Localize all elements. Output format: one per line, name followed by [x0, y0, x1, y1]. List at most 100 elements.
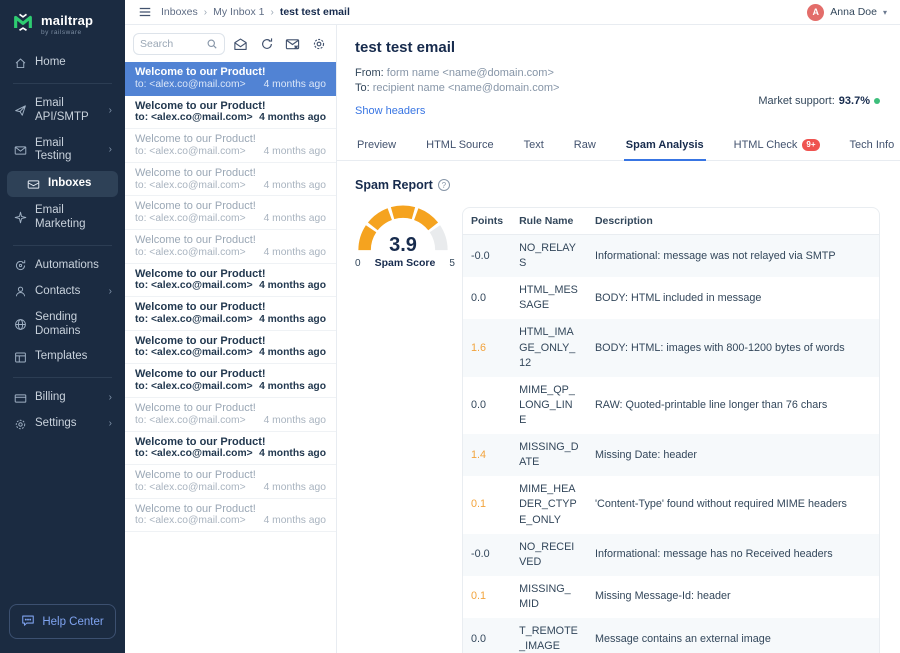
email-list-item[interactable]: Welcome to our Product! to: <alex.co@mai…: [125, 297, 336, 331]
email-time: 4 months ago: [264, 79, 326, 92]
home-icon: [13, 56, 27, 70]
sidebar-item-inboxes[interactable]: Inboxes: [7, 171, 118, 197]
from-line: From: form name <name@domain.com>: [355, 67, 880, 79]
email-list-item[interactable]: Welcome to our Product! to: <alex.co@mai…: [125, 398, 336, 432]
email-list-item[interactable]: Welcome to our Product! to: <alex.co@mai…: [125, 129, 336, 163]
email-list-item[interactable]: Welcome to our Product! to: <alex.co@mai…: [125, 264, 336, 298]
sidebar-divider: [13, 245, 112, 246]
breadcrumb-item[interactable]: My Inbox 1: [213, 6, 264, 18]
inbox-settings-gear-icon[interactable]: [308, 34, 329, 55]
hamburger-menu-icon[interactable]: [138, 5, 152, 19]
market-support-value: 93.7%: [839, 95, 870, 107]
market-support: Market support: 93.7%: [758, 95, 880, 107]
sidebar-item-billing[interactable]: Billing ›: [0, 385, 125, 411]
sidebar-item-email-api-smtp[interactable]: Email API/SMTP ›: [0, 91, 125, 131]
sidebar-item-sending-domains[interactable]: Sending Domains: [0, 305, 125, 345]
email-subject: Welcome to our Product!: [135, 301, 326, 313]
sidebar-item-label: Contacts: [35, 285, 80, 299]
avatar: A: [807, 4, 824, 21]
breadcrumb-separator: ›: [270, 7, 273, 18]
chevron-right-icon: ›: [109, 418, 112, 430]
sidebar-item-automations[interactable]: Automations: [0, 253, 125, 279]
mark-read-icon[interactable]: [230, 34, 251, 55]
email-to: to: <alex.co@mail.com>: [135, 347, 253, 360]
email-time: 4 months ago: [264, 482, 326, 495]
status-dot-green: [874, 98, 880, 104]
tab-tech-info[interactable]: Tech Info: [848, 132, 897, 161]
description-cell: 'Content-Type' found without required MI…: [587, 476, 879, 533]
table-row: -0.0 NO_RECEIVED Informational: message …: [463, 534, 879, 576]
spam-score-gauge: 3.9: [355, 204, 451, 254]
search-input[interactable]: [140, 38, 202, 50]
points-cell: 0.0: [463, 277, 511, 319]
email-to: to: <alex.co@mail.com>: [135, 180, 246, 193]
sidebar-nav: Home Email API/SMTP › Email Testing › In…: [0, 50, 125, 437]
table-row: 0.0 T_REMOTE_IMAGE Message contains an e…: [463, 618, 879, 653]
sidebar-item-label: Templates: [35, 350, 87, 364]
sidebar-item-email-marketing[interactable]: Email Marketing: [0, 198, 125, 238]
email-time: 4 months ago: [264, 146, 326, 159]
email-list-item[interactable]: Welcome to our Product! to: <alex.co@mai…: [125, 62, 336, 96]
email-subject: Welcome to our Product!: [135, 268, 326, 280]
sidebar-item-templates[interactable]: Templates: [0, 344, 125, 370]
spam-report-panel: Spam Report ? 3.9 0 Spam Score 5: [355, 178, 462, 269]
from-value: form name <name@domain.com>: [387, 67, 554, 79]
tab-label: Raw: [574, 139, 596, 151]
sidebar-item-label: Email Marketing: [35, 204, 112, 232]
tab-html-check[interactable]: HTML Check 9+: [732, 132, 822, 161]
refresh-icon[interactable]: [256, 34, 277, 55]
template-icon: [13, 350, 27, 364]
email-to: to: <alex.co@mail.com>: [135, 381, 253, 394]
tab-raw[interactable]: Raw: [572, 132, 598, 161]
gear-icon: [13, 417, 27, 431]
mailtrap-logo[interactable]: mailtrap by railsware: [0, 0, 125, 50]
email-to: to: <alex.co@mail.com>: [135, 213, 246, 226]
email-list-item[interactable]: Welcome to our Product! to: <alex.co@mai…: [125, 432, 336, 466]
email-time: 4 months ago: [264, 180, 326, 193]
show-headers-link[interactable]: Show headers: [355, 105, 425, 117]
email-to: to: <alex.co@mail.com>: [135, 112, 253, 125]
rule-name-cell: NO_RELAYS: [511, 235, 587, 278]
description-cell: RAW: Quoted-printable line longer than 7…: [587, 377, 879, 434]
rule-name-cell: MIME_HEADER_CTYPE_ONLY: [511, 476, 587, 533]
email-list-item[interactable]: Welcome to our Product! to: <alex.co@mai…: [125, 364, 336, 398]
sidebar-item-settings[interactable]: Settings ›: [0, 411, 125, 437]
tab-preview[interactable]: Preview: [355, 132, 398, 161]
tab-text[interactable]: Text: [522, 132, 546, 161]
email-list-item[interactable]: Welcome to our Product! to: <alex.co@mai…: [125, 196, 336, 230]
email-time: 4 months ago: [259, 381, 326, 394]
points-cell: 0.1: [463, 576, 511, 618]
email-list-item[interactable]: Welcome to our Product! to: <alex.co@mai…: [125, 163, 336, 197]
description-cell: Informational: message has no Received h…: [587, 534, 879, 576]
points-cell: -0.0: [463, 235, 511, 278]
search-box[interactable]: [133, 33, 225, 55]
tab-html-source[interactable]: HTML Source: [424, 132, 495, 161]
tab-label: Text: [524, 139, 544, 151]
email-list-item[interactable]: Welcome to our Product! to: <alex.co@mai…: [125, 465, 336, 499]
email-list-item[interactable]: Welcome to our Product! to: <alex.co@mai…: [125, 230, 336, 264]
tab-spam-analysis[interactable]: Spam Analysis: [624, 132, 706, 161]
sidebar-item-contacts[interactable]: Contacts ›: [0, 279, 125, 305]
breadcrumb: Inboxes›My Inbox 1›test test email: [161, 6, 350, 18]
email-time: 4 months ago: [259, 448, 326, 461]
email-list-item[interactable]: Welcome to our Product! to: <alex.co@mai…: [125, 499, 336, 533]
breadcrumb-item[interactable]: Inboxes: [161, 6, 198, 18]
user-menu[interactable]: A Anna Doe ▾: [807, 4, 887, 21]
email-list-item[interactable]: Welcome to our Product! to: <alex.co@mai…: [125, 331, 336, 365]
chevron-right-icon: ›: [109, 105, 112, 117]
email-tabs: Preview HTML Source Text Raw Spam Analys…: [337, 132, 900, 161]
clear-inbox-icon[interactable]: [282, 34, 303, 55]
sidebar-item-email-testing[interactable]: Email Testing ›: [0, 131, 125, 171]
card-icon: [13, 391, 27, 405]
sidebar-item-label: Email API/SMTP: [35, 97, 101, 125]
help-center-label: Help Center: [42, 616, 103, 628]
table-row: 0.1 MIME_HEADER_CTYPE_ONLY 'Content-Type…: [463, 476, 879, 533]
help-icon[interactable]: ?: [438, 179, 450, 191]
tab-label: Tech Info: [850, 139, 895, 151]
tab-label: Preview: [357, 139, 396, 151]
email-list-item[interactable]: Welcome to our Product! to: <alex.co@mai…: [125, 96, 336, 130]
help-center-button[interactable]: Help Center: [9, 604, 116, 639]
sidebar-item-home[interactable]: Home: [0, 50, 125, 76]
email-to: to: <alex.co@mail.com>: [135, 280, 253, 293]
tab-label: HTML Source: [426, 139, 493, 151]
